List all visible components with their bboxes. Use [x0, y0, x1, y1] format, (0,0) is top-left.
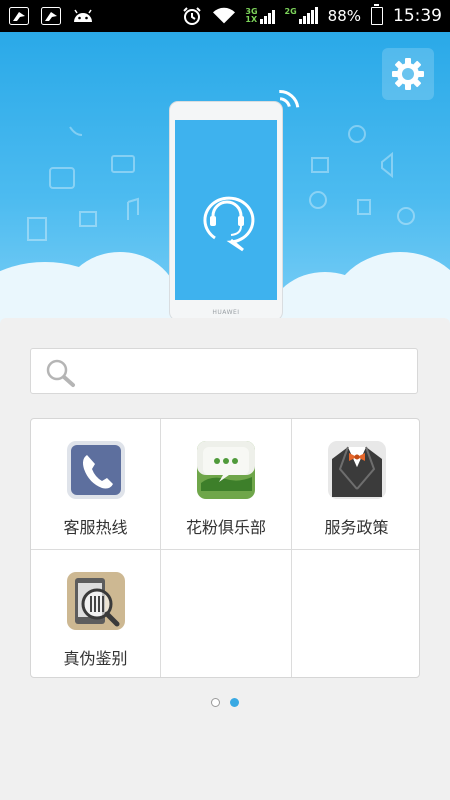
page-dot-2[interactable] [230, 698, 239, 707]
signal-icon [298, 7, 318, 24]
search-box[interactable] [30, 348, 418, 394]
suit-bowtie-icon [326, 439, 388, 501]
search-icon [46, 359, 75, 387]
page-dot-1[interactable] [211, 698, 220, 707]
service-item-fan-club[interactable]: 花粉俱乐部 [161, 419, 291, 549]
clock: 15:39 [393, 6, 442, 26]
network-2g: 2G [285, 7, 318, 24]
page-indicator [0, 698, 450, 707]
bird-app-icon [8, 7, 30, 25]
bird-app-icon [40, 7, 62, 25]
service-item-policy[interactable]: 服务政策 [292, 419, 419, 549]
search-input[interactable] [81, 357, 405, 387]
phone-brand: HUAWEI [212, 309, 240, 316]
chat-bubble-icon [195, 439, 257, 501]
service-label: 花粉俱乐部 [185, 518, 266, 537]
service-item-hotline[interactable]: 客服热线 [31, 419, 160, 549]
signal-waves-icon [279, 90, 300, 108]
headset-chat-icon [203, 196, 255, 252]
service-label: 服务政策 [324, 518, 389, 537]
battery-charging-icon [371, 4, 383, 25]
settings-button[interactable] [382, 48, 434, 100]
services-panel: 客服热线 花粉俱乐部 服务政策 真伪鉴别 [0, 318, 450, 800]
hero-banner: HUAWEI [0, 32, 450, 332]
phone-handset-icon [65, 439, 127, 501]
service-grid: 客服热线 花粉俱乐部 服务政策 真伪鉴别 [30, 418, 420, 678]
phone-screen [175, 120, 277, 300]
network-3g-1x: 3G 1X [245, 8, 275, 24]
wifi-icon [213, 7, 236, 25]
notification-area [8, 7, 94, 25]
service-label: 客服热线 [63, 518, 128, 537]
barcode-magnifier-icon [65, 570, 127, 632]
service-label: 真伪鉴别 [63, 649, 128, 668]
alarm-icon [181, 7, 203, 25]
status-bar: 3G 1X 2G 88% 15:39 [0, 0, 450, 32]
android-icon [72, 7, 94, 25]
service-item-authenticity[interactable]: 真伪鉴别 [31, 550, 160, 677]
phone-illustration: HUAWEI [170, 102, 282, 320]
battery-percent: 88% [327, 7, 361, 25]
gear-icon [392, 58, 424, 90]
